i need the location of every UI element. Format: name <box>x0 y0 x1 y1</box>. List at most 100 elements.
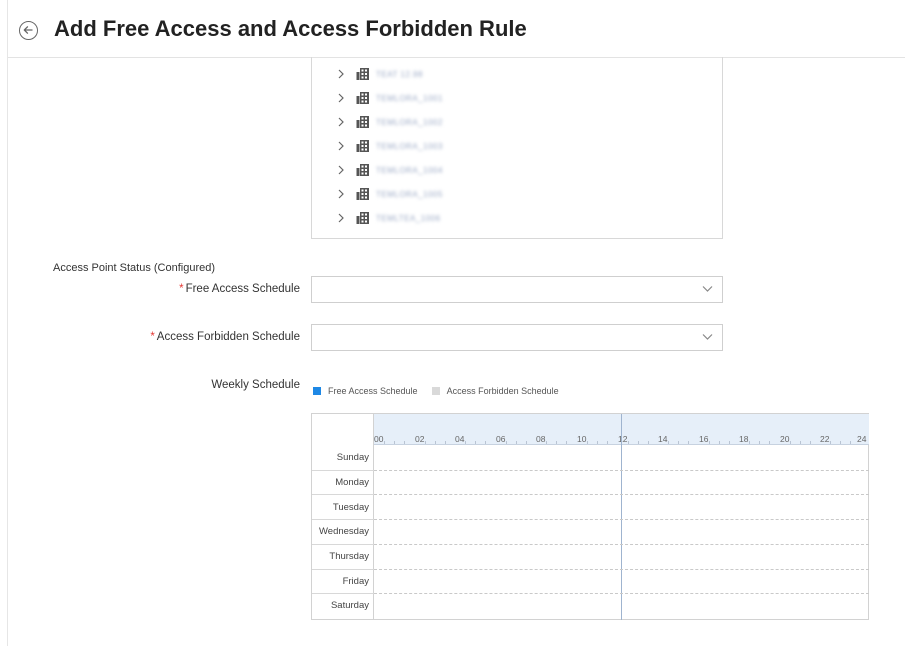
chevron-right-icon[interactable] <box>334 139 348 153</box>
ruler-tick <box>384 441 386 444</box>
access-forbidden-schedule-label: * Access Forbidden Schedule <box>150 331 300 343</box>
building-icon <box>356 115 370 129</box>
schedule-row[interactable] <box>374 445 869 470</box>
weekly-schedule-grid[interactable]: 00 02 04 06 08 10 12 14 16 18 20 22 24 Sunday Monday T… <box>311 413 869 620</box>
ruler-tick <box>850 441 852 444</box>
schedule-row[interactable] <box>374 568 869 594</box>
day-label: Sunday <box>336 451 369 463</box>
ruler-tick <box>729 441 731 444</box>
free-access-schedule-select[interactable] <box>311 276 723 303</box>
hour-label: 10 <box>577 434 587 444</box>
day-label: Monday <box>312 469 374 495</box>
chevron-right-icon[interactable] <box>334 211 348 225</box>
chevron-right-icon[interactable] <box>334 163 348 177</box>
legend-forbidden-swatch <box>431 387 440 395</box>
ruler-tick <box>719 441 721 444</box>
tree-item-label: TEMLORA_1002 <box>376 117 443 127</box>
page-header: Add Free Access and Access Forbidden Rul… <box>8 0 905 58</box>
hour-label: 02 <box>415 434 425 444</box>
ruler-tick <box>628 441 630 444</box>
hour-label: 06 <box>496 434 506 444</box>
chevron-right-icon[interactable] <box>334 115 348 129</box>
legend-forbidden: Access Forbidden Schedule <box>431 386 559 396</box>
day-label: Saturday <box>312 593 374 618</box>
access-forbidden-schedule-label-text: Access Forbidden Schedule <box>156 331 300 343</box>
tree-item[interactable]: TEMLTEA_1006 <box>334 208 441 228</box>
tree-item[interactable]: TEMLORA_1005 <box>334 184 443 204</box>
access-point-status-label: Access Point Status (Configured) <box>53 262 216 274</box>
tree-item[interactable]: TEMLORA_1003 <box>334 136 443 156</box>
tree-item-label: TEMLORA_1001 <box>376 93 443 103</box>
ruler-tick <box>475 441 477 444</box>
ruler-tick <box>435 441 437 444</box>
schedule-row[interactable] <box>374 593 869 618</box>
ruler-tick <box>840 441 842 444</box>
required-mark: * <box>179 283 184 295</box>
ruler-tick <box>425 441 427 444</box>
ruler-tick <box>749 441 751 444</box>
schedule-row[interactable] <box>374 543 869 569</box>
day-label: Friday <box>312 568 374 594</box>
ruler-tick <box>394 441 396 444</box>
back-arrow-icon[interactable] <box>19 21 38 40</box>
free-access-schedule-label-text: Free Access Schedule <box>185 283 300 295</box>
free-access-schedule-label: * Free Access Schedule <box>179 283 300 295</box>
legend-free-access: Free Access Schedule <box>313 386 418 396</box>
day-label: Tuesday <box>312 494 374 519</box>
tree-item-label: TEMLORA_1004 <box>376 165 443 175</box>
hour-label: 12 <box>618 434 628 444</box>
tree-item-label: TEMLORA_1005 <box>376 189 443 199</box>
chevron-right-icon[interactable] <box>334 187 348 201</box>
page-title: Add Free Access and Access Forbidden Rul… <box>54 16 527 41</box>
building-icon <box>356 163 370 177</box>
legend-forbidden-label: Access Forbidden Schedule <box>446 386 559 396</box>
day-label: Thursday <box>312 543 374 569</box>
hour-label: 18 <box>739 434 749 444</box>
ruler-tick <box>709 441 711 444</box>
access-forbidden-schedule-select[interactable] <box>311 324 723 351</box>
hour-label: 14 <box>658 434 668 444</box>
ruler-tick <box>769 441 771 444</box>
ruler-tick <box>678 441 680 444</box>
chevron-right-icon[interactable] <box>334 67 348 81</box>
ruler-tick <box>759 441 761 444</box>
ruler-tick <box>526 441 528 444</box>
chevron-right-icon[interactable] <box>334 91 348 105</box>
schedule-row[interactable] <box>374 469 869 495</box>
ruler-tick <box>830 441 832 444</box>
building-icon <box>356 139 370 153</box>
ruler-tick <box>566 441 568 444</box>
schedule-row[interactable] <box>374 494 869 519</box>
left-border <box>7 0 8 646</box>
ruler-tick <box>404 441 406 444</box>
hour-label: 00 <box>374 434 384 444</box>
tree-item[interactable]: TEMLORA_1004 <box>334 160 443 180</box>
tree-item[interactable]: TEMLORA_1002 <box>334 112 443 132</box>
weekly-schedule-label: Weekly Schedule <box>211 379 300 391</box>
schedule-row[interactable] <box>374 519 869 544</box>
tree-item[interactable]: TEAT 12.98 <box>334 64 423 84</box>
hour-label: 08 <box>536 434 546 444</box>
chevron-down-icon <box>702 286 713 292</box>
tree-item[interactable]: TEMLORA_1001 <box>334 88 443 108</box>
building-icon <box>356 67 370 81</box>
ruler-tick <box>688 441 690 444</box>
hour-label: 04 <box>455 434 465 444</box>
legend-free-access-label: Free Access Schedule <box>328 386 418 396</box>
hour-label: 16 <box>699 434 709 444</box>
hour-label: 24 <box>857 434 867 444</box>
day-label: Wednesday <box>312 519 374 544</box>
schedule-legend: Free Access Schedule Access Forbidden Sc… <box>313 386 573 396</box>
ruler-tick <box>485 441 487 444</box>
ruler-tick <box>506 441 508 444</box>
ruler-tick <box>445 441 447 444</box>
tree-item-label: TEMLTEA_1006 <box>376 213 441 223</box>
ruler-tick <box>607 441 609 444</box>
ruler-tick <box>546 441 548 444</box>
hour-label: 20 <box>780 434 790 444</box>
chevron-down-icon <box>702 334 713 340</box>
hour-label: 22 <box>820 434 830 444</box>
required-mark: * <box>150 331 155 343</box>
access-point-tree[interactable]: TEAT 12.98 TEMLORA_1001 TEMLORA_1002 TEMLOR… <box>311 57 723 239</box>
ruler-tick <box>648 441 650 444</box>
